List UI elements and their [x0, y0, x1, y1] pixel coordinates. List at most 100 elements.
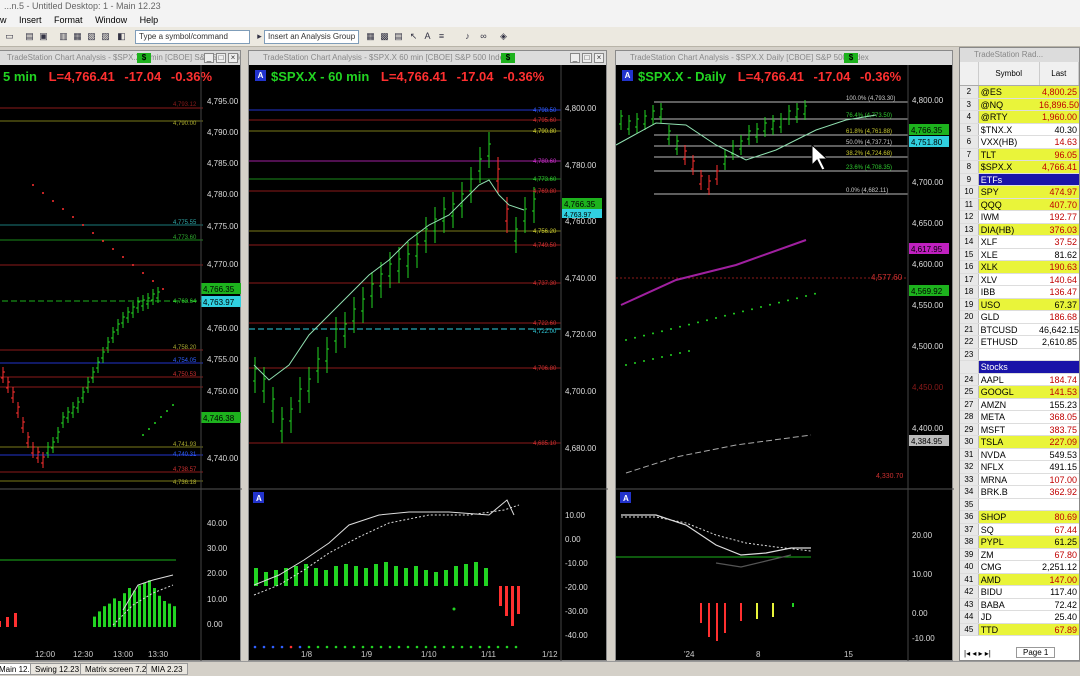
radar-row[interactable]: 39 ZM 67.80 — [960, 548, 1079, 561]
minimize-icon[interactable]: _ — [570, 53, 580, 63]
radar-row[interactable]: 5 $TNX.X 40.30 — [960, 123, 1079, 136]
row-symbol[interactable]: XLF — [979, 236, 1040, 248]
close-icon[interactable]: × — [228, 53, 238, 63]
radar-row[interactable]: 41 AMD 147.00 — [960, 573, 1079, 586]
row-symbol[interactable]: PYPL — [978, 536, 1040, 548]
fib-icon[interactable]: ≡ — [436, 31, 447, 42]
radar-row[interactable]: Stocks — [960, 361, 1079, 374]
minimize-icon[interactable]: _ — [204, 53, 214, 63]
menu-item-window[interactable]: Window — [95, 13, 127, 27]
row-symbol[interactable] — [979, 499, 1040, 511]
row-symbol[interactable]: BRK.B — [979, 486, 1040, 498]
radar-row[interactable]: 22 ETHUSD 2,610.85 — [960, 336, 1079, 349]
radar-row[interactable]: 18 IBB 136.47 — [960, 286, 1079, 299]
radar-row[interactable]: 42 BIDU 117.40 — [960, 586, 1079, 599]
row-symbol[interactable]: ETFs — [978, 173, 1040, 185]
menu-item-format[interactable]: Format — [54, 13, 83, 27]
row-symbol[interactable]: NFLX — [979, 461, 1040, 473]
radar-row[interactable]: 38 PYPL 61.25 — [960, 536, 1079, 549]
radar-row[interactable]: 11 QQQ 407.70 — [960, 198, 1079, 211]
row-symbol[interactable] — [979, 349, 1040, 361]
row-symbol[interactable]: TTD — [978, 623, 1040, 635]
radar-row[interactable]: 16 XLK 190.63 — [960, 261, 1079, 274]
radar-row[interactable]: 21 BTCUSD 46,642.15 — [960, 323, 1079, 336]
radar-row[interactable]: 44 JD 25.40 — [960, 611, 1079, 624]
chart-window-60min[interactable]: TradeStation Chart Analysis - $SPX.X 60 … — [248, 50, 608, 662]
menu-item-view[interactable]: w — [0, 13, 7, 27]
radar-row[interactable]: 13 DIA(HB) 376.03 — [960, 223, 1079, 236]
radar-row[interactable]: 24 AAPL 184.74 — [960, 373, 1079, 386]
radar-row[interactable]: 35 — [960, 498, 1079, 511]
tab-matrix[interactable]: Matrix screen 7.23 — [80, 663, 156, 675]
row-symbol[interactable]: TLT — [978, 148, 1040, 160]
row-symbol[interactable]: @RTY — [978, 111, 1040, 123]
radar-row[interactable]: 40 CMG 2,251.12 — [960, 561, 1079, 574]
radar-row[interactable]: 7 TLT 96.05 — [960, 148, 1079, 161]
row-symbol[interactable]: BABA — [979, 599, 1040, 611]
row-symbol[interactable]: $SPX.X — [978, 161, 1040, 173]
row-symbol[interactable]: @NQ — [978, 98, 1039, 110]
radar-row[interactable]: 29 MSFT 383.75 — [960, 423, 1079, 436]
drawing-icon[interactable]: ▤ — [393, 31, 404, 42]
radar-row[interactable]: 34 BRK.B 362.92 — [960, 486, 1079, 499]
dollar-icon[interactable]: $ — [501, 53, 515, 63]
close-icon[interactable]: × — [594, 53, 604, 63]
radar-row[interactable]: 19 USO 67.37 — [960, 298, 1079, 311]
tab-mia[interactable]: MIA 2.23 — [146, 663, 188, 675]
radar-row[interactable]: 37 SQ 67.44 — [960, 523, 1079, 536]
row-symbol[interactable]: GLD — [979, 311, 1040, 323]
indicator-icon[interactable]: ▦ — [365, 31, 376, 42]
col-symbol[interactable]: Symbol — [979, 62, 1040, 85]
radar-row[interactable]: 36 SHOP 80.69 — [960, 511, 1079, 524]
matrix-icon[interactable]: ▧ — [86, 31, 97, 42]
tab-swing[interactable]: Swing 12.23 — [30, 663, 85, 675]
radar-row[interactable]: 32 NFLX 491.15 — [960, 461, 1079, 474]
radar-icon[interactable]: ▦ — [72, 31, 83, 42]
row-symbol[interactable]: SHOP — [978, 511, 1040, 523]
radar-row[interactable]: 30 TSLA 227.09 — [960, 436, 1079, 449]
row-symbol[interactable]: BTCUSD — [979, 324, 1039, 336]
new-icon[interactable]: ▭ — [4, 31, 15, 42]
radar-nav[interactable]: |◂ ◂ ▸ ▸| — [964, 649, 991, 658]
radar-row[interactable]: 6 VXX(HB) 14.63 — [960, 136, 1079, 149]
radar-row[interactable]: 9 ETFs — [960, 173, 1079, 186]
row-symbol[interactable]: MSFT — [979, 424, 1040, 436]
radar-row[interactable]: 2 @ES 4,800.25 — [960, 86, 1079, 99]
row-symbol[interactable]: IBB — [979, 286, 1040, 298]
row-symbol[interactable]: AMD — [978, 573, 1040, 585]
radar-row[interactable]: 15 XLE 81.62 — [960, 248, 1079, 261]
chart-window-daily[interactable]: TradeStation Chart Analysis - $SPX.X Dai… — [615, 50, 954, 662]
radar-row[interactable]: 31 NVDA 549.53 — [960, 448, 1079, 461]
arrow-icon[interactable]: ↖ — [408, 31, 419, 42]
row-symbol[interactable]: GOOGL — [978, 386, 1040, 398]
symbol-input[interactable]: Type a symbol/command — [135, 30, 250, 44]
radar-row[interactable]: 4 @RTY 1,960.00 — [960, 111, 1079, 124]
radar-row[interactable]: 17 XLV 140.64 — [960, 273, 1079, 286]
row-symbol[interactable]: CMG — [979, 561, 1040, 573]
analysis-group-select[interactable]: Insert an Analysis Group — [264, 30, 359, 44]
maximize-icon[interactable]: □ — [216, 53, 226, 63]
print-icon[interactable]: ▤ — [24, 31, 35, 42]
radar-row[interactable]: 8 $SPX.X 4,766.41 — [960, 161, 1079, 174]
strategy-icon[interactable]: ▩ — [379, 31, 390, 42]
options-icon[interactable]: ▨ — [100, 31, 111, 42]
row-symbol[interactable]: SQ — [979, 524, 1040, 536]
row-symbol[interactable]: SPY — [978, 186, 1040, 198]
radar-row[interactable]: 23 — [960, 348, 1079, 361]
maximize-icon[interactable]: □ — [582, 53, 592, 63]
radar-row[interactable]: 25 GOOGL 141.53 — [960, 386, 1079, 399]
row-symbol[interactable]: XLV — [979, 274, 1040, 286]
radar-row[interactable]: 12 IWM 192.77 — [960, 211, 1079, 224]
chart-60min-plot[interactable]: 4,800.00 4,780.00 4,760.00 4,740.00 4,72… — [249, 65, 608, 662]
dollar-icon[interactable]: $ — [844, 53, 858, 63]
row-symbol[interactable]: MRNA — [979, 474, 1040, 486]
chart-daily-plot[interactable]: 100.0% (4,793.30) 76.4% (4,773.50) 61.8%… — [616, 65, 954, 662]
row-symbol[interactable]: XLE — [979, 249, 1040, 261]
row-symbol[interactable]: META — [979, 411, 1040, 423]
row-symbol[interactable]: JD — [979, 611, 1040, 623]
row-symbol[interactable]: @ES — [978, 86, 1040, 98]
row-symbol[interactable]: XLK — [978, 261, 1040, 273]
row-symbol[interactable]: DIA(HB) — [978, 223, 1040, 235]
radar-row[interactable]: 14 XLF 37.52 — [960, 236, 1079, 249]
row-symbol[interactable]: AAPL — [979, 374, 1040, 386]
